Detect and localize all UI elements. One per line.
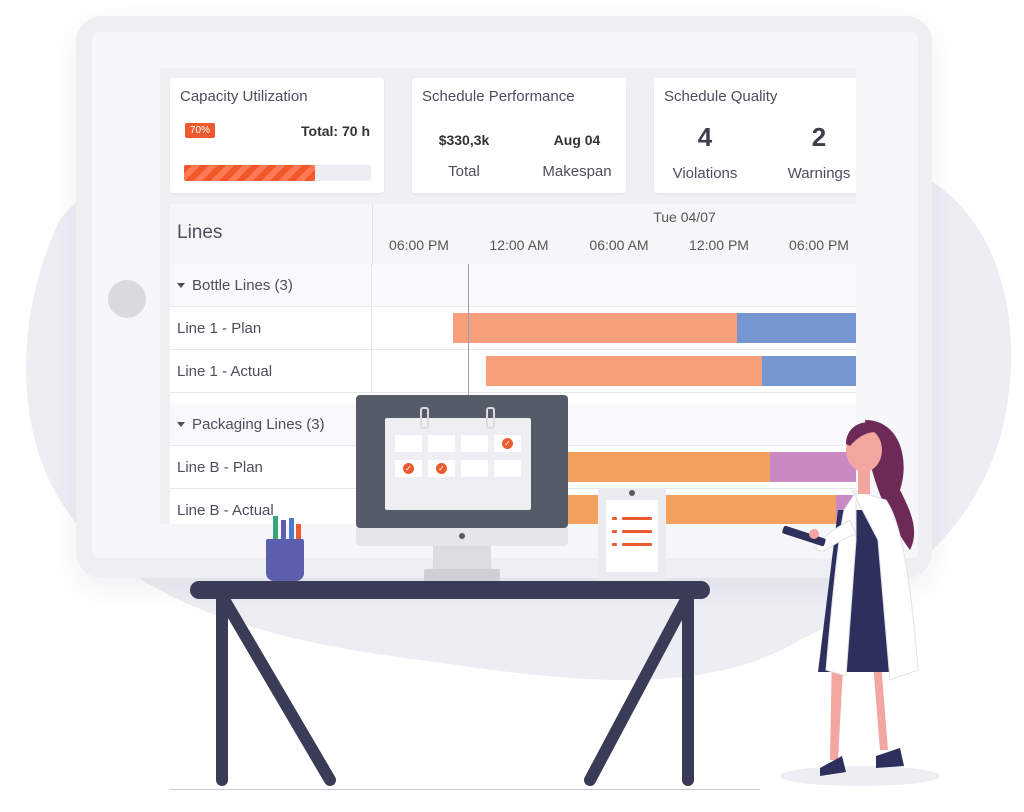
person-illustration: [780, 420, 940, 786]
calendar-cell: [461, 435, 488, 452]
list-line: [622, 517, 652, 520]
check-icon: ✓: [403, 463, 414, 474]
calendar-cell: [494, 460, 521, 477]
calendar-cell: ✓: [494, 435, 521, 452]
calendar-cell: [461, 460, 488, 477]
clipboard-pin: [629, 490, 635, 496]
calendar-cell: ✓: [428, 460, 455, 477]
calendar-ring: [420, 407, 429, 429]
monitor-logo: [459, 533, 465, 539]
list-line: [622, 530, 652, 533]
bullet: [612, 517, 617, 520]
calendar-cell: ✓: [395, 460, 422, 477]
calendar-cell: [428, 435, 455, 452]
bullet: [612, 530, 617, 533]
check-icon: ✓: [502, 438, 513, 449]
list-line: [622, 543, 652, 546]
check-icon: ✓: [436, 463, 447, 474]
pen-cup-icon: [266, 539, 304, 581]
checklist-paper: [606, 500, 658, 572]
bullet: [612, 543, 617, 546]
monitor-stand: [433, 546, 491, 570]
desk-top: [190, 581, 710, 599]
calendar-ring: [486, 407, 495, 429]
calendar-cell: [395, 435, 422, 452]
monitor-base: [424, 569, 500, 581]
